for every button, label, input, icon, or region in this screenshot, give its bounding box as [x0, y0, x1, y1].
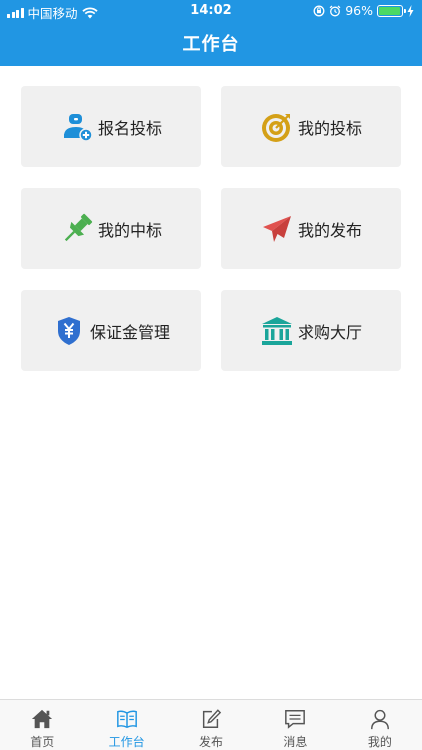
- battery-percent: 96%: [345, 3, 373, 18]
- menu-label: 我的中标: [97, 220, 162, 240]
- paper-plane-icon: [260, 212, 294, 246]
- tab-workbench[interactable]: 工作台: [84, 700, 168, 750]
- menu-label: 报名投标: [97, 118, 162, 138]
- menu-label: 求购大厅: [297, 322, 362, 342]
- hall-building-icon: [260, 314, 294, 348]
- tab-label: 我的: [367, 735, 392, 749]
- tab-home[interactable]: 首页: [0, 700, 84, 750]
- menu-my-bids[interactable]: 我的投标: [221, 86, 401, 167]
- user-icon: [370, 709, 389, 730]
- tab-mine[interactable]: 我的: [338, 700, 422, 750]
- edit-icon: [202, 709, 222, 728]
- page-title: 工作台: [182, 34, 240, 55]
- signup-user-icon: [60, 110, 94, 144]
- message-icon: [285, 710, 306, 729]
- tab-label: 发布: [199, 735, 224, 749]
- menu-grid: 报名投标 我的投标 我的中标 我的发布 保证金管理 求购大厅: [21, 86, 401, 371]
- tab-label: 工作台: [108, 735, 145, 749]
- alarm-clock-icon: [329, 5, 341, 16]
- tab-messages[interactable]: 消息: [253, 700, 337, 750]
- pushpin-icon: [60, 212, 94, 246]
- menu-label: 我的投标: [297, 118, 362, 138]
- menu-label: 我的发布: [297, 220, 362, 240]
- yuan-shield-icon: [52, 314, 86, 348]
- header-bar: 中国移动 14:02 96% 工作台: [0, 0, 422, 66]
- charging-bolt-icon: [407, 4, 414, 17]
- battery-icon: [377, 4, 406, 17]
- tab-publish[interactable]: 发布: [169, 700, 253, 750]
- menu-purchase-hall[interactable]: 求购大厅: [221, 290, 401, 371]
- status-bar: 中国移动 14:02 96%: [0, 0, 422, 22]
- menu-my-wins[interactable]: 我的中标: [21, 188, 201, 269]
- menu-deposit-management[interactable]: 保证金管理: [21, 290, 201, 371]
- workbench-book-icon: [116, 710, 137, 729]
- menu-signup-bid[interactable]: 报名投标: [21, 86, 201, 167]
- tab-label: 首页: [30, 735, 55, 749]
- home-icon: [32, 709, 53, 729]
- menu-my-posts[interactable]: 我的发布: [221, 188, 401, 269]
- orientation-lock-icon: [313, 5, 325, 16]
- menu-label: 保证金管理: [89, 322, 170, 342]
- tab-label: 消息: [283, 735, 308, 749]
- target-icon: [260, 110, 294, 144]
- bottom-tab-bar: 首页 工作台 发布 消息 我的: [0, 699, 422, 750]
